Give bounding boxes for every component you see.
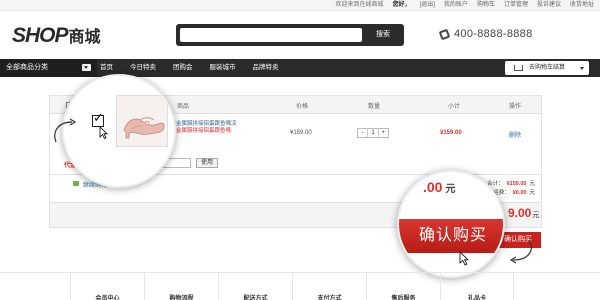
total-value: ¥159.00 (506, 181, 527, 187)
decrease-button[interactable]: - (358, 129, 367, 137)
product-image-zoomed[interactable] (116, 95, 168, 147)
nav-item-clothing[interactable]: 服装城市 (210, 59, 236, 77)
hotline: 400-8888-8888 (438, 28, 533, 40)
header-price: 价格 (296, 104, 309, 110)
header-action: 操作 (509, 104, 522, 110)
all-categories-menu[interactable]: 全部商品分类 (0, 59, 97, 77)
my-account-link[interactable]: 我的账户 (444, 2, 468, 9)
greeting-text: 您好， (392, 2, 411, 8)
footer: 会员中心 购物流程 配送方式 支付方式 售后服务 礼品卡 (0, 272, 600, 300)
header-subtotal: 小计 (448, 104, 461, 110)
go-to-cart-label: 去购物车结算 (529, 65, 566, 71)
magnifier-confirm: .00 元 确认购买 (397, 170, 505, 278)
grand-total-display: 9.00元 (508, 206, 539, 220)
continue-shopping-icon (73, 181, 79, 186)
nav-item-brand-sale[interactable]: 品牌特卖 (253, 59, 279, 77)
curved-arrow-icon (54, 118, 77, 143)
logout-link[interactable]: [退出] (420, 2, 435, 9)
footer-after-sales[interactable]: 售后服务 (366, 273, 440, 300)
confirm-purchase-button-zoomed[interactable]: 确认购买 (399, 219, 503, 253)
phone-icon (438, 28, 451, 40)
nav-item-daily-deals[interactable]: 今日特卖 (130, 59, 156, 77)
complaints-link[interactable]: 投诉建议 (537, 2, 561, 9)
delete-link[interactable]: 删除 (509, 130, 521, 139)
cart-link[interactable]: 购物车 (477, 2, 495, 9)
quantity-value[interactable]: 1 (367, 129, 379, 137)
all-categories-label: 全部商品分类 (6, 64, 48, 71)
search-bar: 搜索 (176, 24, 404, 46)
price-fragment-digits: 00 (426, 179, 443, 195)
shop-logo[interactable]: SHOP 商城 (12, 24, 101, 48)
mouse-cursor-icon (459, 251, 469, 266)
use-coupon-button[interactable]: 使用 (196, 158, 218, 168)
top-bar: 欢迎来到在线商城 您好， [退出] 我的账户 购物车 订单管理 投诉建议 收货地… (0, 0, 600, 11)
welcome-text: 欢迎来到在线商城 (335, 2, 384, 8)
mouse-cursor-icon (99, 126, 108, 139)
search-input[interactable] (180, 28, 362, 42)
orders-link[interactable]: 订单管理 (504, 2, 528, 9)
price-fragment-zoomed: .00 元 (423, 179, 456, 195)
footer-delivery[interactable]: 配送方式 (218, 273, 292, 300)
logo-text-shop: SHOP (12, 24, 69, 47)
price-fragment-unit: 元 (445, 184, 456, 195)
unit-price: ¥159.00 (290, 130, 312, 136)
logo-text-mall: 商城 (68, 29, 101, 46)
header-product: 商品 (177, 104, 190, 110)
footer-shopping-process[interactable]: 购物流程 (144, 273, 218, 300)
quantity-stepper[interactable]: - 1 + (357, 128, 389, 138)
footer-member-center[interactable]: 会员中心 (70, 273, 144, 300)
grand-total-display-unit: 元 (532, 212, 540, 219)
chevron-down-icon (580, 67, 584, 70)
main-nav: 全部商品分类 首页 今日特卖 团购会 服装城市 品牌特卖 去购物车结算 (0, 59, 600, 77)
shipping-unit: 元 (529, 190, 535, 196)
shipping-value: ¥0.00 (512, 190, 527, 196)
increase-button[interactable]: + (379, 129, 388, 137)
nav-item-group-buy[interactable]: 团购会 (173, 59, 193, 77)
cart-icon (514, 65, 523, 71)
total-unit: 元 (529, 181, 535, 187)
go-to-cart-button[interactable]: 去购物车结算 (505, 61, 589, 75)
subtotal-value: ¥159.00 (440, 130, 462, 136)
chevron-down-icon (82, 64, 91, 71)
pink-shoe-image (123, 117, 165, 139)
address-link[interactable]: 收货地址 (570, 2, 594, 9)
hotline-number: 400-8888-8888 (454, 28, 533, 40)
search-button[interactable]: 搜索 (366, 28, 400, 42)
footer-payment[interactable]: 支付方式 (292, 273, 366, 300)
checkmark-icon: ✓ (93, 110, 104, 125)
curved-arrow-icon (509, 239, 532, 264)
footer-gift-card[interactable]: 礼品卡 (440, 273, 514, 300)
grand-total-display-value: 9.00 (508, 206, 532, 220)
header-quantity: 数量 (368, 104, 381, 110)
